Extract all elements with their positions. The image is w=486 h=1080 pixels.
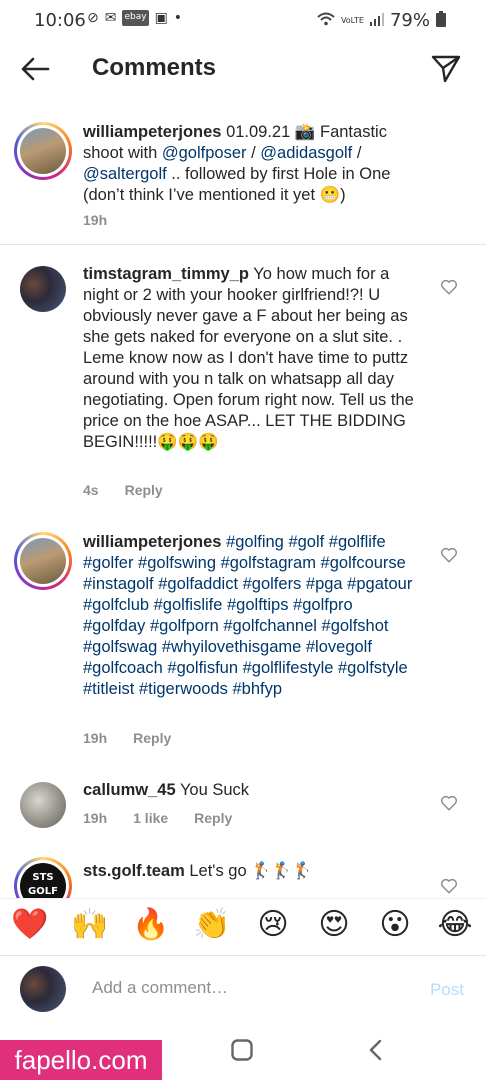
reply-button[interactable]: Reply bbox=[133, 730, 171, 746]
message-icon: ✉ bbox=[104, 10, 117, 26]
comment-username[interactable]: timstagram_timmy_p bbox=[83, 265, 249, 283]
surprised-emoji-button[interactable]: 😮 bbox=[375, 907, 415, 942]
avatar[interactable] bbox=[20, 782, 66, 828]
watermark: fapello.com bbox=[0, 1040, 162, 1080]
status-time: 10:06 bbox=[34, 10, 86, 31]
reply-button[interactable]: Reply bbox=[194, 810, 232, 826]
story-ring[interactable] bbox=[14, 122, 72, 180]
add-comment-bar: Add a comment… Post bbox=[0, 955, 486, 1026]
comment-time: 4s bbox=[83, 482, 99, 498]
volte-icon: VoLTE bbox=[340, 16, 364, 25]
avatar[interactable] bbox=[20, 538, 66, 584]
likes-count[interactable]: 1 like bbox=[133, 810, 168, 826]
avatar[interactable] bbox=[20, 128, 66, 174]
signal-icon bbox=[369, 12, 384, 30]
comment-input[interactable]: Add a comment… bbox=[92, 978, 228, 998]
laughing-emoji-button[interactable]: 😂 bbox=[435, 907, 475, 942]
like-heart-icon[interactable] bbox=[440, 278, 458, 296]
mention-link[interactable]: @golfposer bbox=[162, 144, 247, 162]
mention-link[interactable]: @adidasgolf bbox=[260, 144, 352, 162]
avatar[interactable] bbox=[20, 266, 66, 312]
comment-meta: 19h Reply bbox=[83, 730, 171, 746]
notification-icons: ⊘ ✉ ebay ▣ • bbox=[87, 10, 182, 26]
divider bbox=[0, 244, 486, 245]
mention-link[interactable]: @saltergolf bbox=[83, 165, 167, 183]
heart-eyes-emoji-button[interactable]: 😍 bbox=[314, 907, 354, 942]
comment-username[interactable]: williampeterjones bbox=[83, 123, 221, 141]
comment-meta: 19h 1 like Reply bbox=[83, 810, 232, 826]
comment-username[interactable]: sts.golf.team bbox=[83, 862, 185, 880]
system-icons: VoLTE 79% bbox=[317, 10, 446, 31]
heart-emoji-button[interactable]: ❤️ bbox=[10, 907, 50, 942]
comment-time: 19h bbox=[83, 730, 108, 746]
like-heart-icon[interactable] bbox=[440, 877, 458, 895]
wifi-icon bbox=[317, 12, 335, 30]
comment-text: williampeterjones 01.09.21 📸 Fantastic s… bbox=[83, 123, 391, 204]
crying-emoji-button[interactable]: 😢 bbox=[253, 907, 293, 942]
post-button[interactable]: Post bbox=[430, 980, 464, 1000]
back-icon[interactable] bbox=[366, 1038, 386, 1062]
comments-header: Comments bbox=[0, 40, 486, 98]
page-title: Comments bbox=[92, 54, 217, 81]
raising-hands-emoji-button[interactable]: 🙌 bbox=[70, 907, 110, 942]
comment-time: 19h bbox=[83, 810, 108, 826]
story-ring[interactable] bbox=[14, 532, 72, 590]
emoji-reaction-bar: ❤️ 🙌 🔥 👏 😢 😍 😮 😂 bbox=[0, 898, 486, 953]
comment-text: timstagram_timmy_p Yo how much for a nig… bbox=[83, 265, 414, 451]
fire-emoji-button[interactable]: 🔥 bbox=[131, 907, 171, 942]
comment-text: williampeterjones #golfing #golf #golfli… bbox=[83, 532, 418, 700]
comment-username[interactable]: callumw_45 bbox=[83, 781, 176, 799]
comment-meta: 4s Reply bbox=[83, 482, 163, 498]
like-heart-icon[interactable] bbox=[440, 546, 458, 564]
home-icon[interactable] bbox=[230, 1038, 254, 1062]
dnd-icon: ⊘ bbox=[87, 10, 99, 26]
own-avatar bbox=[20, 966, 66, 1012]
battery-percent: 79% bbox=[389, 10, 430, 31]
battery-icon bbox=[436, 10, 446, 31]
hashtag-links[interactable]: #golfing #golf #golflife #golfer #golfsw… bbox=[83, 533, 412, 698]
avatar-logo-text: STS GOLF bbox=[28, 872, 58, 897]
like-heart-icon[interactable] bbox=[440, 794, 458, 812]
comment-item: STS GOLF sts.golf.team Let's go 🏌️🏌️🏌️ bbox=[0, 855, 486, 898]
status-bar: 10:06 ⊘ ✉ ebay ▣ • VoLTE 79% bbox=[0, 0, 486, 40]
comment-time: 19h bbox=[83, 212, 108, 228]
back-arrow-icon[interactable] bbox=[18, 52, 52, 86]
reply-button[interactable]: Reply bbox=[125, 482, 163, 498]
send-icon[interactable] bbox=[430, 52, 462, 84]
comment-username[interactable]: williampeterjones bbox=[83, 533, 221, 551]
gallery-icon: ▣ bbox=[154, 10, 168, 26]
comment-text: sts.golf.team Let's go 🏌️🏌️🏌️ bbox=[83, 862, 313, 880]
comment-text: callumw_45 You Suck bbox=[83, 781, 250, 799]
clapping-emoji-button[interactable]: 👏 bbox=[192, 907, 232, 942]
story-ring[interactable]: STS GOLF bbox=[14, 857, 72, 898]
dot-icon: • bbox=[173, 10, 183, 26]
comment-meta: 19h bbox=[83, 212, 107, 228]
ebay-icon: ebay bbox=[122, 10, 149, 26]
